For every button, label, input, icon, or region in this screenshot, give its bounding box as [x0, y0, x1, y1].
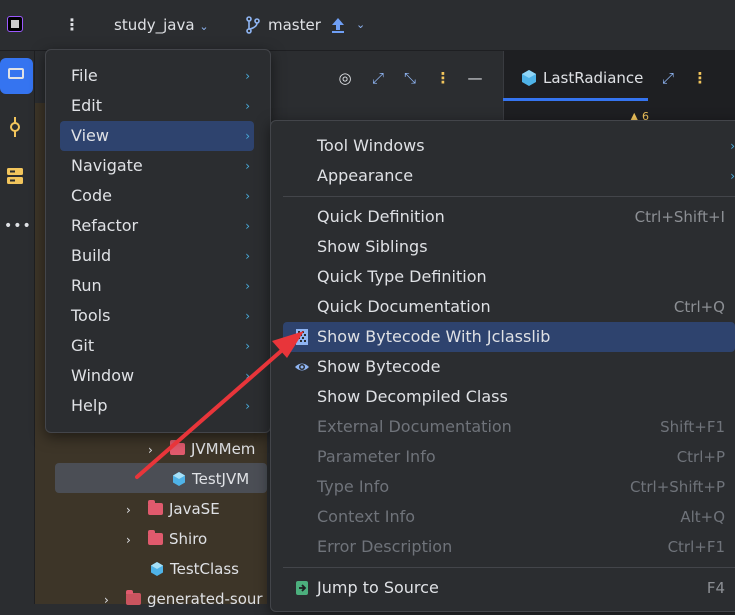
class-icon — [173, 472, 185, 486]
menu-navigate[interactable]: Navigate › — [60, 151, 254, 181]
commit-icon[interactable] — [5, 115, 25, 139]
submenu-arrow-icon: › — [245, 399, 250, 413]
menu-edit[interactable]: Edit › — [60, 91, 254, 121]
submenu-arrow-icon: › — [245, 339, 250, 353]
main-menu-icon[interactable]: ⋮ — [64, 14, 80, 36]
eye-icon — [295, 363, 309, 371]
menu-tool-windows[interactable]: Tool Windows › — [283, 131, 735, 161]
tab-underline — [503, 98, 648, 101]
tree-item-selected[interactable]: TestJVM — [172, 464, 249, 494]
menu-file[interactable]: File › — [60, 61, 254, 91]
menu-type-info[interactable]: Type Info Ctrl+Shift+P — [283, 472, 735, 502]
submenu-arrow-icon: › — [245, 189, 250, 203]
target-icon[interactable]: ◎ — [335, 68, 355, 88]
expand-arrow-icon[interactable]: › — [148, 435, 158, 465]
git-branch-icon — [246, 16, 260, 34]
menu-context-info[interactable]: Context Info Alt+Q — [283, 502, 735, 532]
submenu-arrow-icon: › — [245, 249, 250, 263]
chevron-down-icon: ⌄ — [199, 20, 209, 33]
menu-view[interactable]: View › — [60, 121, 254, 151]
menu-git[interactable]: Git › — [60, 331, 254, 361]
submenu-arrow-icon: › — [730, 169, 735, 183]
expand-icon[interactable]: ⤢ — [368, 68, 388, 88]
submenu-arrow-icon: › — [245, 99, 250, 113]
editor-tab[interactable]: LastRadiance — [543, 67, 643, 89]
submenu-arrow-icon: › — [245, 369, 250, 383]
menu-show-siblings[interactable]: Show Siblings — [283, 232, 735, 262]
menu-tools[interactable]: Tools › — [60, 301, 254, 331]
tree-item[interactable]: › generated-sour — [104, 584, 263, 614]
project-tool-icon[interactable] — [0, 58, 33, 94]
submenu-arrow-icon: › — [245, 69, 250, 83]
folder-icon — [148, 500, 163, 515]
submenu-arrow-icon: › — [245, 279, 250, 293]
panel-options-icon[interactable]: ⋮ — [433, 68, 453, 88]
menu-separator — [283, 567, 735, 568]
menu-run[interactable]: Run › — [60, 271, 254, 301]
database-icon[interactable] — [4, 165, 26, 187]
folder-icon — [148, 530, 163, 545]
project-selector[interactable]: study_java ⌄ — [114, 14, 209, 38]
menu-show-bytecode-jclasslib[interactable]: Show Bytecode With Jclasslib — [283, 322, 735, 352]
menu-quick-type-definition[interactable]: Quick Type Definition — [283, 262, 735, 292]
editor-options-icon[interactable]: ⋮ — [690, 68, 710, 88]
project-name: study_java — [114, 16, 195, 34]
menu-show-bytecode[interactable]: Show Bytecode — [283, 352, 735, 382]
menu-window[interactable]: Window › — [60, 361, 254, 391]
tree-item[interactable]: › Shiro — [126, 524, 207, 554]
tree-item[interactable]: › JavaSE — [126, 494, 220, 524]
menu-show-decompiled-class[interactable]: Show Decompiled Class — [283, 382, 735, 412]
menu-refactor[interactable]: Refactor › — [60, 211, 254, 241]
menu-appearance[interactable]: Appearance › — [283, 161, 735, 191]
menu-quick-definition[interactable]: Quick Definition Ctrl+Shift+I — [283, 202, 735, 232]
folder-icon — [170, 440, 185, 455]
app-logo-icon[interactable] — [7, 16, 23, 32]
more-tools-icon[interactable]: ••• — [4, 218, 32, 234]
class-file-icon — [522, 70, 536, 86]
maximize-icon[interactable]: ⤢ — [658, 68, 678, 88]
hide-panel-icon[interactable]: — — [465, 68, 485, 88]
menu-quick-documentation[interactable]: Quick Documentation Ctrl+Q — [283, 292, 735, 322]
menu-build[interactable]: Build › — [60, 241, 254, 271]
bytecode-icon — [296, 329, 308, 345]
push-arrow-icon[interactable] — [330, 16, 346, 34]
expand-arrow-icon[interactable]: › — [126, 525, 136, 555]
jump-source-icon — [296, 581, 308, 595]
submenu-arrow-icon: › — [245, 129, 250, 143]
expand-arrow-icon[interactable]: › — [104, 585, 114, 615]
submenu-arrow-icon: › — [245, 219, 250, 233]
class-icon — [151, 562, 163, 576]
expand-arrow-icon[interactable]: › — [126, 495, 136, 525]
folder-icon — [126, 590, 141, 605]
tree-item[interactable]: TestClass — [150, 554, 239, 584]
title-bar — [0, 0, 735, 51]
branch-chevron-icon[interactable]: ⌄ — [356, 14, 365, 36]
submenu-arrow-icon: › — [730, 139, 735, 153]
submenu-arrow-icon: › — [245, 159, 250, 173]
menu-separator — [283, 196, 735, 197]
menu-error-description[interactable]: Error Description Ctrl+F1 — [283, 532, 735, 562]
menu-external-documentation[interactable]: External Documentation Shift+F1 — [283, 412, 735, 442]
menu-jump-to-source[interactable]: Jump to Source F4 — [283, 573, 735, 603]
menu-code[interactable]: Code › — [60, 181, 254, 211]
menu-help[interactable]: Help › — [60, 391, 254, 421]
tree-item[interactable]: › JVMMem — [148, 434, 255, 464]
submenu-arrow-icon: › — [245, 309, 250, 323]
menu-parameter-info[interactable]: Parameter Info Ctrl+P — [283, 442, 735, 472]
branch-selector[interactable]: master — [268, 14, 321, 36]
collapse-icon[interactable]: ⤡ — [400, 68, 420, 88]
